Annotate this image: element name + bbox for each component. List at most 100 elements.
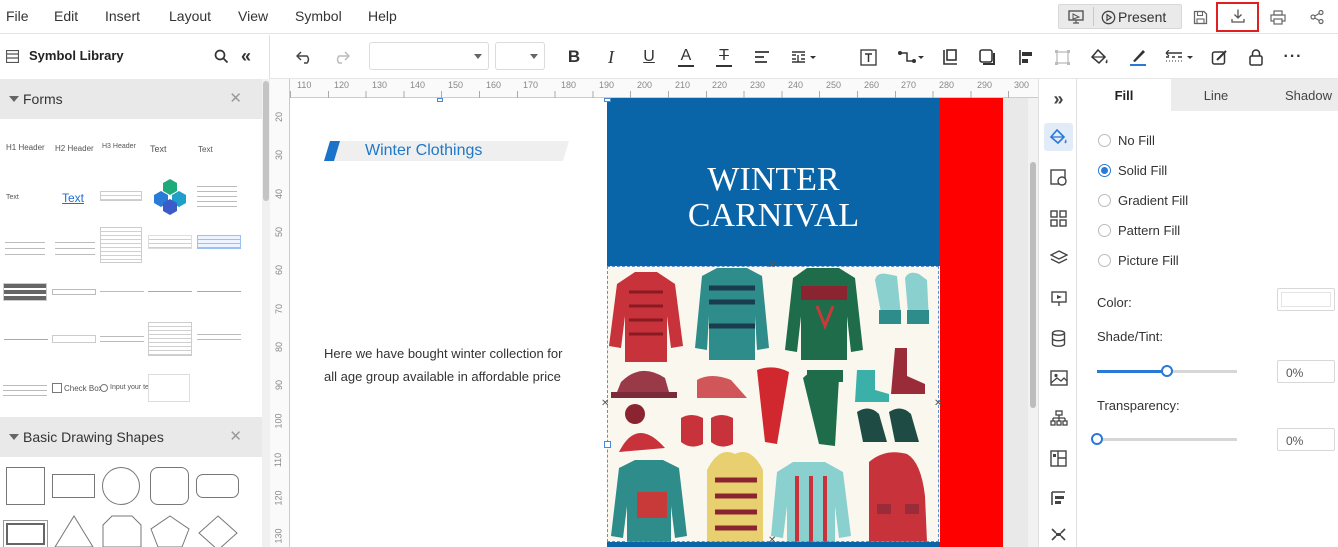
bold-icon[interactable]: B <box>563 46 585 68</box>
resize-handle-icon[interactable]: ✕ <box>768 535 776 546</box>
download-icon[interactable] <box>1228 6 1248 26</box>
search-icon[interactable] <box>212 47 230 65</box>
circle-shape[interactable] <box>102 467 140 505</box>
align-objects-icon[interactable] <box>1014 46 1036 68</box>
red-strip[interactable] <box>940 98 1003 547</box>
underline-icon[interactable]: U <box>638 46 660 68</box>
hexagon-logo-symbol[interactable] <box>150 177 190 215</box>
form-table-symbol[interactable] <box>100 227 142 263</box>
slideshow-icon[interactable] <box>1044 284 1073 312</box>
pentagon-shape[interactable] <box>150 515 190 547</box>
menu-file[interactable]: File <box>6 8 29 24</box>
resize-handle-icon[interactable]: ✕ <box>934 398 942 409</box>
form-list-symbol[interactable] <box>55 237 95 259</box>
line-symbol[interactable] <box>4 339 48 340</box>
textarea-symbol[interactable] <box>148 374 190 402</box>
square-shape[interactable] <box>6 467 45 505</box>
rectangle-shape[interactable] <box>52 474 95 498</box>
text-lines-symbol[interactable] <box>100 332 144 342</box>
h1-header-symbol[interactable]: H1 Header <box>6 143 45 152</box>
h3-header-symbol[interactable]: H3 Header <box>102 143 136 150</box>
winter-carnival-banner[interactable]: WINTER CARNIVAL <box>607 98 940 266</box>
text-symbol[interactable]: Text <box>6 194 19 201</box>
form-list-symbol[interactable] <box>5 237 45 259</box>
org-chart-icon[interactable] <box>1044 404 1073 432</box>
tab-fill[interactable]: Fill <box>1077 79 1171 111</box>
triangle-shape[interactable] <box>54 515 94 547</box>
align-left-icon[interactable] <box>751 46 773 68</box>
canvas-scrollbar[interactable] <box>1028 98 1038 547</box>
database-icon[interactable] <box>1044 324 1073 352</box>
undo-icon[interactable] <box>294 47 314 67</box>
font-family-select[interactable] <box>369 42 489 70</box>
section-basic-shapes-header[interactable]: Basic Drawing Shapes ✕ <box>0 417 262 457</box>
lock-icon[interactable] <box>1245 46 1267 68</box>
grid-symbol[interactable] <box>148 235 192 249</box>
blue-grid-symbol[interactable] <box>197 235 241 249</box>
section-forms-header[interactable]: Forms ✕ <box>0 79 262 119</box>
present-button[interactable]: Present <box>1101 8 1181 26</box>
presentation-screen-icon[interactable] <box>1067 8 1085 26</box>
color-picker[interactable] <box>1277 288 1335 311</box>
tab-shadow[interactable]: Shadow <box>1261 79 1338 111</box>
checkbox-symbol[interactable] <box>52 383 62 393</box>
more-options-icon[interactable]: ··· <box>1282 46 1304 68</box>
radio-button[interactable] <box>1098 194 1111 207</box>
group-icon[interactable] <box>976 46 998 68</box>
connector-icon[interactable] <box>895 46 925 68</box>
shade-tint-slider[interactable] <box>1097 365 1237 377</box>
form-block-symbol[interactable] <box>148 322 192 356</box>
fill-panel-icon[interactable] <box>1044 123 1073 151</box>
resize-handle-icon[interactable]: ✕ <box>601 398 609 409</box>
menu-layout[interactable]: Layout <box>169 8 211 24</box>
input-symbol[interactable] <box>52 335 96 343</box>
close-section-icon[interactable]: ✕ <box>229 89 242 107</box>
rounded-square-shape[interactable] <box>150 467 189 505</box>
rotate-handle-icon[interactable]: ✕ <box>768 260 776 271</box>
document-page[interactable]: Winter Clothings Here we have bought win… <box>290 98 1003 547</box>
line-spacing-icon[interactable] <box>789 46 819 68</box>
image-icon[interactable] <box>1044 364 1073 392</box>
bring-front-icon[interactable] <box>939 46 961 68</box>
grid-view-icon[interactable] <box>1044 204 1073 232</box>
dark-table-symbol[interactable] <box>3 283 47 301</box>
transparency-value[interactable]: 0% <box>1277 428 1335 451</box>
text-box-icon[interactable] <box>857 46 879 68</box>
edit-shape-icon[interactable] <box>1208 46 1230 68</box>
h2-header-symbol[interactable]: H2 Header <box>55 144 94 153</box>
radio-symbol[interactable] <box>100 384 108 392</box>
scrollbar-thumb[interactable] <box>1030 162 1036 408</box>
double-rectangle-shape[interactable] <box>3 520 48 547</box>
layout-icon[interactable] <box>1044 444 1073 472</box>
slider-knob[interactable] <box>1161 365 1173 377</box>
text-handle[interactable] <box>604 441 611 448</box>
font-color-icon[interactable]: A <box>675 45 697 69</box>
shrink-icon[interactable] <box>1044 524 1073 544</box>
diamond-shape[interactable] <box>198 515 238 547</box>
radio-button-selected[interactable] <box>1098 164 1111 177</box>
shade-tint-value[interactable]: 0% <box>1277 360 1335 383</box>
text-symbol[interactable]: Text <box>150 144 167 154</box>
line-symbol[interactable] <box>100 291 144 292</box>
print-icon[interactable] <box>1268 7 1288 27</box>
italic-icon[interactable]: I <box>600 46 622 68</box>
slider-knob[interactable] <box>1091 433 1103 445</box>
style-settings-icon[interactable] <box>1044 164 1073 192</box>
text-style-icon[interactable]: T <box>713 45 735 69</box>
transparency-slider[interactable] <box>1091 433 1237 445</box>
input-symbol[interactable] <box>52 289 96 295</box>
library-scrollbar[interactable] <box>262 79 270 547</box>
menu-symbol[interactable]: Symbol <box>295 8 342 24</box>
line-color-icon[interactable] <box>1127 45 1149 69</box>
description-text[interactable]: Here we have bought winter collection fo… <box>324 342 569 388</box>
heading-banner[interactable]: Winter Clothings <box>324 141 569 161</box>
scrollbar-thumb[interactable] <box>263 81 269 201</box>
radio-button[interactable] <box>1098 254 1111 267</box>
redo-icon[interactable] <box>331 47 351 67</box>
tab-line[interactable]: Line <box>1171 79 1261 111</box>
radio-button[interactable] <box>1098 134 1111 147</box>
text-list-symbol[interactable] <box>3 381 47 397</box>
contact-text-symbol[interactable] <box>197 330 241 344</box>
share-icon[interactable] <box>1307 7 1327 27</box>
text-handle[interactable] <box>437 98 443 102</box>
